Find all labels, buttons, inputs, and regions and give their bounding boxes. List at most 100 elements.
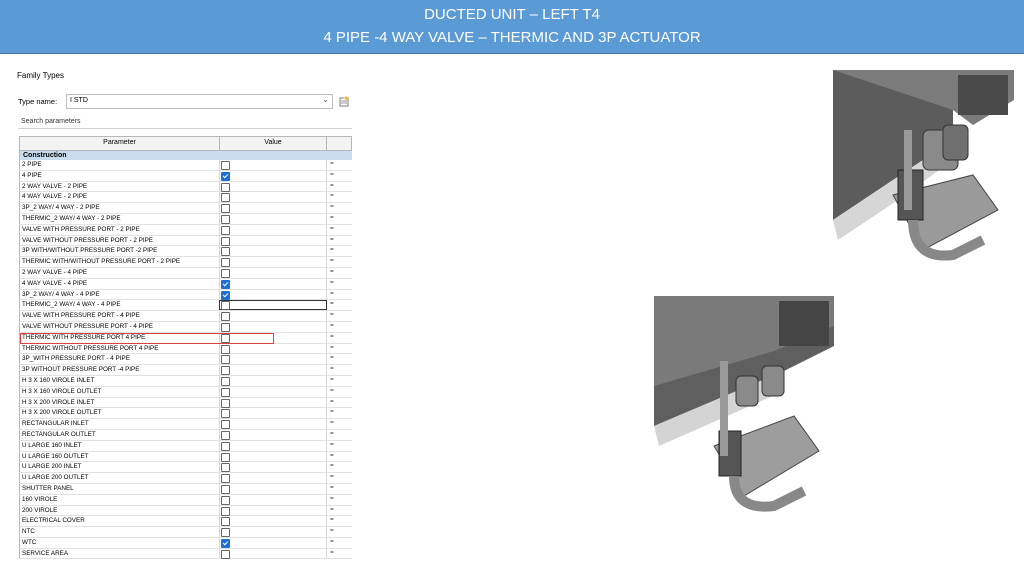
formula-cell[interactable]: = bbox=[330, 344, 334, 351]
formula-cell[interactable]: = bbox=[330, 376, 334, 383]
formula-cell[interactable]: = bbox=[330, 365, 334, 372]
parameter-checkbox[interactable] bbox=[221, 538, 230, 548]
parameter-checkbox[interactable] bbox=[221, 204, 230, 214]
formula-cell[interactable]: = bbox=[330, 160, 334, 167]
parameter-checkbox[interactable] bbox=[221, 161, 230, 170]
formula-cell[interactable]: = bbox=[330, 225, 334, 232]
parameter-checkbox[interactable] bbox=[221, 193, 230, 203]
parameter-checkbox[interactable] bbox=[221, 452, 230, 462]
parameter-checkbox[interactable] bbox=[221, 344, 230, 354]
table-row[interactable]: RECTANGULAR INLET = bbox=[19, 419, 352, 430]
parameter-checkbox[interactable] bbox=[221, 528, 230, 538]
formula-cell[interactable]: = bbox=[330, 236, 334, 243]
formula-cell[interactable]: = bbox=[330, 473, 334, 480]
formula-cell[interactable]: = bbox=[330, 182, 334, 189]
formula-cell[interactable]: = bbox=[330, 419, 334, 426]
parameter-checkbox[interactable] bbox=[221, 506, 230, 516]
parameter-checkbox[interactable] bbox=[221, 290, 230, 300]
formula-cell[interactable]: = bbox=[330, 333, 334, 340]
formula-cell[interactable]: = bbox=[330, 246, 334, 253]
formula-cell[interactable]: = bbox=[330, 354, 334, 361]
search-parameters-field[interactable]: Search parameters bbox=[18, 116, 352, 129]
table-row[interactable]: H 3 X 160 VIROLE OUTLET = bbox=[19, 386, 352, 398]
parameter-checkbox[interactable] bbox=[221, 225, 230, 235]
formula-cell[interactable]: = bbox=[330, 549, 334, 556]
formula-cell[interactable]: = bbox=[330, 257, 334, 264]
formula-cell[interactable]: = bbox=[330, 452, 334, 459]
formula-cell[interactable]: = bbox=[330, 203, 334, 210]
table-row[interactable]: 3P_2 WAY/ 4 WAY - 2 PIPE = bbox=[19, 203, 352, 214]
parameter-checkbox[interactable] bbox=[221, 376, 230, 386]
parameter-checkbox[interactable] bbox=[221, 430, 230, 440]
formula-cell[interactable]: = bbox=[330, 279, 334, 286]
parameter-checkbox[interactable] bbox=[221, 549, 230, 559]
formula-cell[interactable]: = bbox=[330, 516, 334, 523]
parameter-checkbox[interactable] bbox=[221, 258, 230, 268]
table-row[interactable]: THERMIC WITH/WITHOUT PRESSURE PORT - 2 P… bbox=[19, 257, 352, 268]
table-row[interactable]: THERMIC WITHOUT PRESSURE PORT 4 PIPE = bbox=[19, 343, 352, 355]
parameter-checkbox[interactable] bbox=[221, 484, 230, 494]
parameter-checkbox[interactable] bbox=[221, 247, 230, 257]
table-row[interactable]: 160 VIROLE = bbox=[19, 494, 352, 506]
parameter-checkbox[interactable] bbox=[221, 312, 230, 322]
new-type-icon[interactable] bbox=[338, 95, 350, 107]
formula-cell[interactable]: = bbox=[330, 290, 334, 297]
table-row[interactable]: U LARGE 200 OUTLET = bbox=[19, 473, 352, 484]
type-name-select[interactable]: I STD ⌄ bbox=[66, 94, 333, 109]
table-row[interactable]: 3P WITH/WITHOUT PRESSURE PORT -2 PIPE = bbox=[19, 246, 352, 258]
parameter-checkbox[interactable] bbox=[221, 463, 230, 473]
formula-cell[interactable]: = bbox=[330, 441, 334, 448]
table-row[interactable]: 3P_2 WAY/ 4 WAY - 4 PIPE = bbox=[19, 289, 352, 301]
parameter-checkbox[interactable] bbox=[221, 301, 230, 311]
table-row[interactable]: SHUTTER PANEL = bbox=[19, 483, 352, 495]
table-row[interactable]: H 3 X 160 VIROLE INLET = bbox=[19, 375, 352, 387]
table-row[interactable]: RECTANGULAR OUTLET = bbox=[19, 429, 352, 441]
formula-cell[interactable]: = bbox=[330, 484, 334, 491]
parameter-checkbox[interactable] bbox=[221, 182, 230, 192]
table-row[interactable]: NTC = bbox=[19, 527, 352, 538]
table-row[interactable]: H 3 X 200 VIROLE OUTLET = bbox=[19, 408, 352, 420]
formula-cell[interactable]: = bbox=[330, 430, 334, 437]
parameter-checkbox[interactable] bbox=[221, 279, 230, 289]
chevron-down-icon[interactable]: ⌄ bbox=[322, 95, 329, 104]
parameter-checkbox[interactable] bbox=[221, 268, 230, 278]
formula-cell[interactable]: = bbox=[330, 192, 334, 199]
formula-cell[interactable]: = bbox=[330, 408, 334, 415]
table-row[interactable]: U LARGE 200 INLET = bbox=[19, 462, 352, 474]
formula-cell[interactable]: = bbox=[330, 462, 334, 469]
table-row[interactable]: 3P WITHOUT PRESSURE PORT -4 PIPE = bbox=[19, 365, 352, 376]
formula-cell[interactable]: = bbox=[330, 527, 334, 534]
table-row[interactable]: 2 WAY VALVE - 4 PIPE = bbox=[19, 267, 352, 279]
parameter-checkbox[interactable] bbox=[221, 355, 230, 365]
formula-cell[interactable]: = bbox=[330, 387, 334, 394]
table-row[interactable]: U LARGE 160 INLET = bbox=[19, 440, 352, 452]
table-row[interactable]: 2 WAY VALVE - 2 PIPE = bbox=[19, 181, 352, 193]
formula-cell[interactable]: = bbox=[330, 311, 334, 318]
active-value-cell[interactable] bbox=[219, 300, 327, 311]
table-row[interactable]: THERMIC_2 WAY/ 4 WAY - 4 PIPE = bbox=[19, 300, 352, 312]
table-row[interactable]: VALVE WITHOUT PRESSURE PORT - 2 PIPE = bbox=[19, 235, 352, 247]
table-row[interactable]: 4 WAY VALVE - 4 PIPE = bbox=[19, 278, 352, 290]
table-row[interactable]: VALVE WITHOUT PRESSURE PORT - 4 PIPE = bbox=[19, 321, 352, 333]
table-row[interactable]: VALVE WITH PRESSURE PORT - 4 PIPE = bbox=[19, 311, 352, 322]
table-row[interactable]: 2 PIPE = bbox=[19, 160, 352, 171]
parameter-checkbox[interactable] bbox=[221, 398, 230, 408]
formula-cell[interactable]: = bbox=[330, 300, 334, 307]
parameter-checkbox[interactable] bbox=[221, 171, 230, 181]
formula-cell[interactable]: = bbox=[330, 495, 334, 502]
table-row[interactable]: U LARGE 160 OUTLET = bbox=[19, 451, 352, 463]
table-row[interactable]: 4 WAY VALVE - 2 PIPE = bbox=[19, 192, 352, 204]
parameter-checkbox[interactable] bbox=[221, 517, 230, 527]
formula-cell[interactable]: = bbox=[330, 538, 334, 545]
table-row[interactable]: 4 PIPE = bbox=[19, 170, 352, 182]
formula-cell[interactable]: = bbox=[330, 506, 334, 513]
parameter-checkbox[interactable] bbox=[221, 474, 230, 484]
table-row[interactable]: WTC = bbox=[19, 537, 352, 549]
formula-cell[interactable]: = bbox=[330, 214, 334, 221]
table-row[interactable]: VALVE WITH PRESSURE PORT - 2 PIPE = bbox=[19, 224, 352, 236]
parameter-checkbox[interactable] bbox=[221, 366, 230, 376]
table-row[interactable]: THERMIC_2 WAY/ 4 WAY - 2 PIPE = bbox=[19, 213, 352, 225]
parameter-checkbox[interactable] bbox=[221, 420, 230, 430]
parameter-checkbox[interactable] bbox=[221, 495, 230, 505]
formula-cell[interactable]: = bbox=[330, 268, 334, 275]
